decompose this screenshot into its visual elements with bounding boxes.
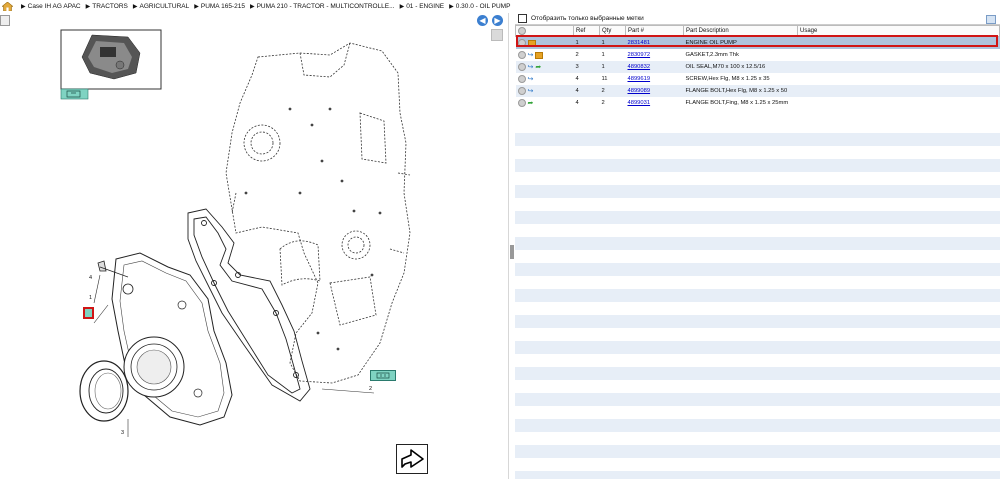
row-select-icon[interactable] (517, 87, 526, 95)
show-selected-only-label: Отобразить только выбранные метки (531, 15, 644, 22)
show-selected-only-checkbox[interactable] (518, 14, 527, 23)
row-select-icon[interactable] (517, 75, 526, 83)
breadcrumb-separator: ▶ (194, 3, 199, 10)
breadcrumb-item-model[interactable]: PUMA 210 - TRACTOR - MULTICONTROLLE... (257, 3, 395, 10)
row-usage (797, 85, 1000, 97)
parts-panel: Отобразить только выбранные метки Ref Qt… (515, 13, 1000, 479)
row-ref: 3 (573, 61, 600, 73)
arrow-icon: ➦ (527, 99, 534, 107)
part-number-link[interactable]: 2830972 (628, 52, 651, 58)
part-number-link[interactable]: 4890832 (628, 64, 651, 70)
callout-label-2: 2 (369, 386, 373, 392)
part-number-link[interactable]: 4899031 (628, 100, 651, 106)
row-description: SCREW,Hex Flg, M8 x 1.25 x 35 (685, 76, 770, 82)
row-ref: 4 (575, 76, 579, 82)
breadcrumb-item-tractors[interactable]: TRACTORS (92, 3, 128, 10)
filter-bar: Отобразить только выбранные метки (515, 13, 1000, 25)
breadcrumb: ▶ Case IH AG APAC ▶ TRACTORS ▶ AGRICULTU… (0, 0, 1000, 12)
home-icon[interactable] (1, 1, 14, 11)
empty-rows-area (515, 120, 1000, 479)
row-ref: 4 (573, 85, 600, 97)
row-usage (797, 61, 1000, 73)
row-select-icon[interactable] (517, 51, 526, 59)
breadcrumb-separator: ▶ (449, 3, 454, 10)
breadcrumb-item-brand[interactable]: Case IH AG APAC (28, 3, 81, 10)
redo-icon: ↪ (527, 63, 534, 71)
row-select-icon[interactable] (517, 63, 526, 71)
table-row[interactable]: ↪ 2 1 2830972 GASKET,2.3mm Thk (516, 49, 1000, 61)
redo-icon: ↪ (527, 75, 534, 83)
row-select-icon[interactable] (517, 99, 526, 107)
row-qty: 2 (599, 85, 626, 97)
breadcrumb-item-agricultural[interactable]: AGRICULTURAL (140, 3, 190, 10)
exploded-parts-diagram (60, 29, 411, 437)
part-number-link[interactable]: 4899619 (628, 76, 651, 82)
part-number-link[interactable]: 4899089 (628, 88, 651, 94)
breadcrumb-item-current: 0.30.0 - OIL PUMP (455, 2, 511, 10)
row-ref: 2 (575, 52, 579, 58)
callout-label-3: 3 (121, 430, 125, 436)
callout-label-1: 1 (89, 295, 93, 301)
breadcrumb-separator: ▶ (132, 3, 138, 10)
table-row[interactable]: ↪ 4 11 4899619 SCREW,Hex Flg, M8 x 1.25 … (516, 73, 1000, 85)
row-ref: 4 (575, 100, 579, 106)
linked-diagram-tile[interactable] (370, 370, 396, 381)
redo-icon: ↪ (527, 51, 534, 59)
redo-icon: ↪ (527, 87, 534, 95)
row-description: FLANGE BOLT,Hex Flg, M8 x 1.25 x 50 (683, 85, 798, 97)
breadcrumb-separator: ▶ (21, 3, 26, 10)
table-row[interactable]: ➦ 4 2 4899031 FLANGE BOLT,Fing, M8 x 1.2… (516, 97, 1000, 109)
breadcrumb-separator: ▶ (85, 3, 91, 10)
diagram-pane: ◀ ▶ 1 2 3 4 (0, 13, 508, 479)
splitter-grip[interactable] (510, 245, 514, 259)
box-icon (535, 51, 544, 59)
export-icon[interactable] (986, 15, 996, 24)
row-usage (798, 97, 1000, 109)
breadcrumb-separator: ▶ (249, 3, 255, 10)
row-qty: 1 (601, 52, 605, 58)
breadcrumb-item-series[interactable]: PUMA 165-215 (201, 3, 245, 10)
breadcrumb-separator: ▶ (399, 3, 405, 10)
row-qty: 1 (599, 61, 626, 73)
row-description: FLANGE BOLT,Fing, M8 x 1.25 x 25mm (685, 100, 789, 106)
curved-arrow-icon (401, 449, 424, 468)
engine-block-bolts (244, 107, 382, 351)
row-qty: 2 (601, 100, 605, 106)
breadcrumb-item-section[interactable]: 01 - ENGINE (406, 3, 444, 10)
row-usage (798, 49, 1000, 61)
oil-seal-drawing (79, 360, 129, 422)
next-section-arrow-button[interactable] (396, 444, 428, 474)
table-row[interactable]: ↪ ➦ 3 1 4890832 OIL SEAL,M70 x 100 x 12.5… (515, 61, 1000, 73)
row-description: GASKET,2.3mm Thk (685, 52, 739, 58)
row-usage (798, 73, 1000, 85)
select-all-icon[interactable] (518, 27, 526, 35)
diagram-thumbnail[interactable] (60, 29, 162, 100)
arrow-icon: ➦ (535, 63, 542, 71)
callout-label-4: 4 (89, 275, 93, 281)
table-row[interactable]: ↪ 4 2 4899089 FLANGE BOLT,Hex Flg, M8 x … (515, 85, 1000, 97)
selected-ref-marker[interactable] (83, 307, 94, 319)
selected-row-highlight (516, 35, 998, 47)
row-qty: 11 (601, 76, 608, 82)
row-description: OIL SEAL,M70 x 100 x 12.5/16 (683, 61, 798, 73)
